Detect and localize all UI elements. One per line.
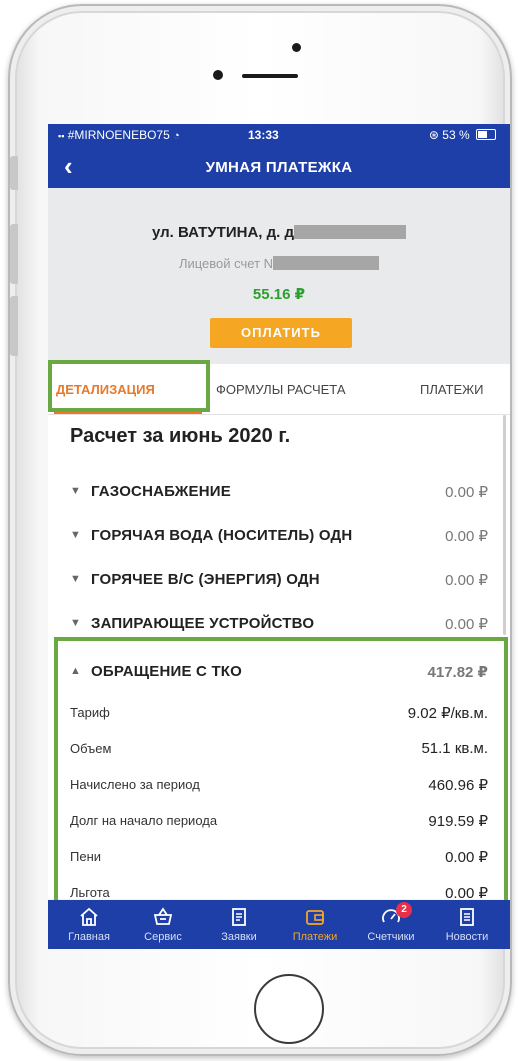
- volume-down-button: [10, 296, 18, 356]
- service-amount: 0.00 ₽: [445, 484, 488, 501]
- highlight-frame-tab: [48, 360, 210, 412]
- service-name: ЗАПИРАЮЩЕЕ УСТРОЙСТВО: [91, 615, 315, 632]
- tabbar-label: Новости: [445, 931, 489, 943]
- top-nav-bar: ‹ УМНАЯ ПЛАТЕЖКА: [48, 146, 510, 188]
- tab-formulas[interactable]: ФОРМУЛЫ РАСЧЕТА: [216, 382, 346, 397]
- balance-amount: 55.16 ₽: [252, 286, 306, 303]
- tabbar-item-service[interactable]: Сервис: [130, 900, 196, 949]
- battery-icon: [476, 129, 496, 140]
- period-title: Расчет за июнь 2020 г.: [70, 425, 291, 447]
- service-name: ГОРЯЧЕЕ В/С (ЭНЕРГИЯ) ОДН: [91, 571, 320, 588]
- tabbar-item-news[interactable]: Новости: [434, 900, 500, 949]
- address-text: ул. ВАТУТИНА, д. д: [152, 224, 294, 241]
- service-row-hot-water-carrier[interactable]: ▼ ГОРЯЧАЯ ВОДА (НОСИТЕЛЬ) ОДН 0.00 ₽: [48, 521, 510, 561]
- front-camera: [292, 43, 301, 52]
- page-title: УМНАЯ ПЛАТЕЖКА: [205, 159, 353, 176]
- status-time: 13:33: [248, 128, 279, 142]
- highlight-frame-section: [54, 637, 508, 919]
- earpiece-speaker: [242, 74, 298, 78]
- signal-icon: ▪▪: [58, 131, 65, 141]
- pay-button[interactable]: ОПЛАТИТЬ: [210, 318, 352, 348]
- status-bar: ▪▪ #MIRNOENEBO75 ◔ 13:33 ⊛ 53 %: [48, 124, 510, 146]
- home-icon: [80, 907, 98, 926]
- address-line: ул. ВАТУТИНА, д. д: [48, 224, 510, 241]
- account-number-label: Лицевой счет N: [178, 256, 274, 271]
- tabbar-label: Главная: [68, 931, 110, 943]
- chevron-down-icon: ▼: [70, 485, 81, 497]
- tabbar-label: Сервис: [144, 931, 182, 943]
- volume-up-button: [10, 224, 18, 284]
- wifi-icon: ◔: [173, 130, 180, 142]
- basket-icon: [153, 907, 173, 925]
- carrier-label: ▪▪ #MIRNOENEBO75 ◔: [58, 128, 180, 142]
- tabbar-label: Счетчики: [367, 931, 415, 943]
- account-summary: ул. ВАТУТИНА, д. д Лицевой счет N 55.16 …: [48, 188, 510, 382]
- mute-switch: [10, 156, 18, 190]
- tab-payments[interactable]: ПЛАТЕЖИ: [420, 382, 484, 397]
- service-amount: 0.00 ₽: [445, 528, 488, 545]
- chevron-down-icon: ▼: [70, 617, 81, 629]
- redacted-account-mask: [273, 256, 380, 270]
- rotation-lock-icon: ⊛: [428, 128, 439, 142]
- service-name: ГАЗОСНАБЖЕНИЕ: [91, 483, 231, 500]
- service-amount: 0.00 ₽: [445, 572, 488, 589]
- tabbar-label: Заявки: [221, 931, 257, 943]
- service-name: ГОРЯЧАЯ ВОДА (НОСИТЕЛЬ) ОДН: [91, 527, 353, 544]
- tabbar-item-requests[interactable]: Заявки: [206, 900, 272, 949]
- news-icon: [460, 908, 474, 926]
- service-amount: 0.00 ₽: [445, 616, 488, 633]
- meters-badge: 2: [396, 902, 412, 918]
- tabbar-item-payments[interactable]: Платежи: [282, 900, 348, 949]
- service-row-gas[interactable]: ▼ ГАЗОСНАБЖЕНИЕ 0.00 ₽: [48, 477, 510, 517]
- wallet-icon: [306, 910, 324, 925]
- requests-icon: [232, 908, 246, 926]
- chevron-down-icon: ▼: [70, 573, 81, 585]
- redacted-address-mask: [294, 225, 406, 239]
- service-row-hot-water-energy[interactable]: ▼ ГОРЯЧЕЕ В/С (ЭНЕРГИЯ) ОДН 0.00 ₽: [48, 565, 510, 605]
- bottom-tab-bar: Главная Сервис Заявки Платежи 2 Счетчики…: [48, 900, 510, 949]
- app-screen: ▪▪ #MIRNOENEBO75 ◔ 13:33 ⊛ 53 % ‹ УМНАЯ …: [48, 124, 510, 949]
- tabbar-item-meters[interactable]: 2 Счетчики: [358, 900, 424, 949]
- proximity-sensor: [213, 70, 223, 80]
- home-button[interactable]: [254, 974, 324, 1044]
- tabbar-item-home[interactable]: Главная: [56, 900, 122, 949]
- account-number-line: Лицевой счет N: [48, 256, 510, 271]
- tabbar-label: Платежи: [292, 931, 338, 943]
- battery-indicator: ⊛ 53 %: [429, 128, 496, 142]
- chevron-down-icon: ▼: [70, 529, 81, 541]
